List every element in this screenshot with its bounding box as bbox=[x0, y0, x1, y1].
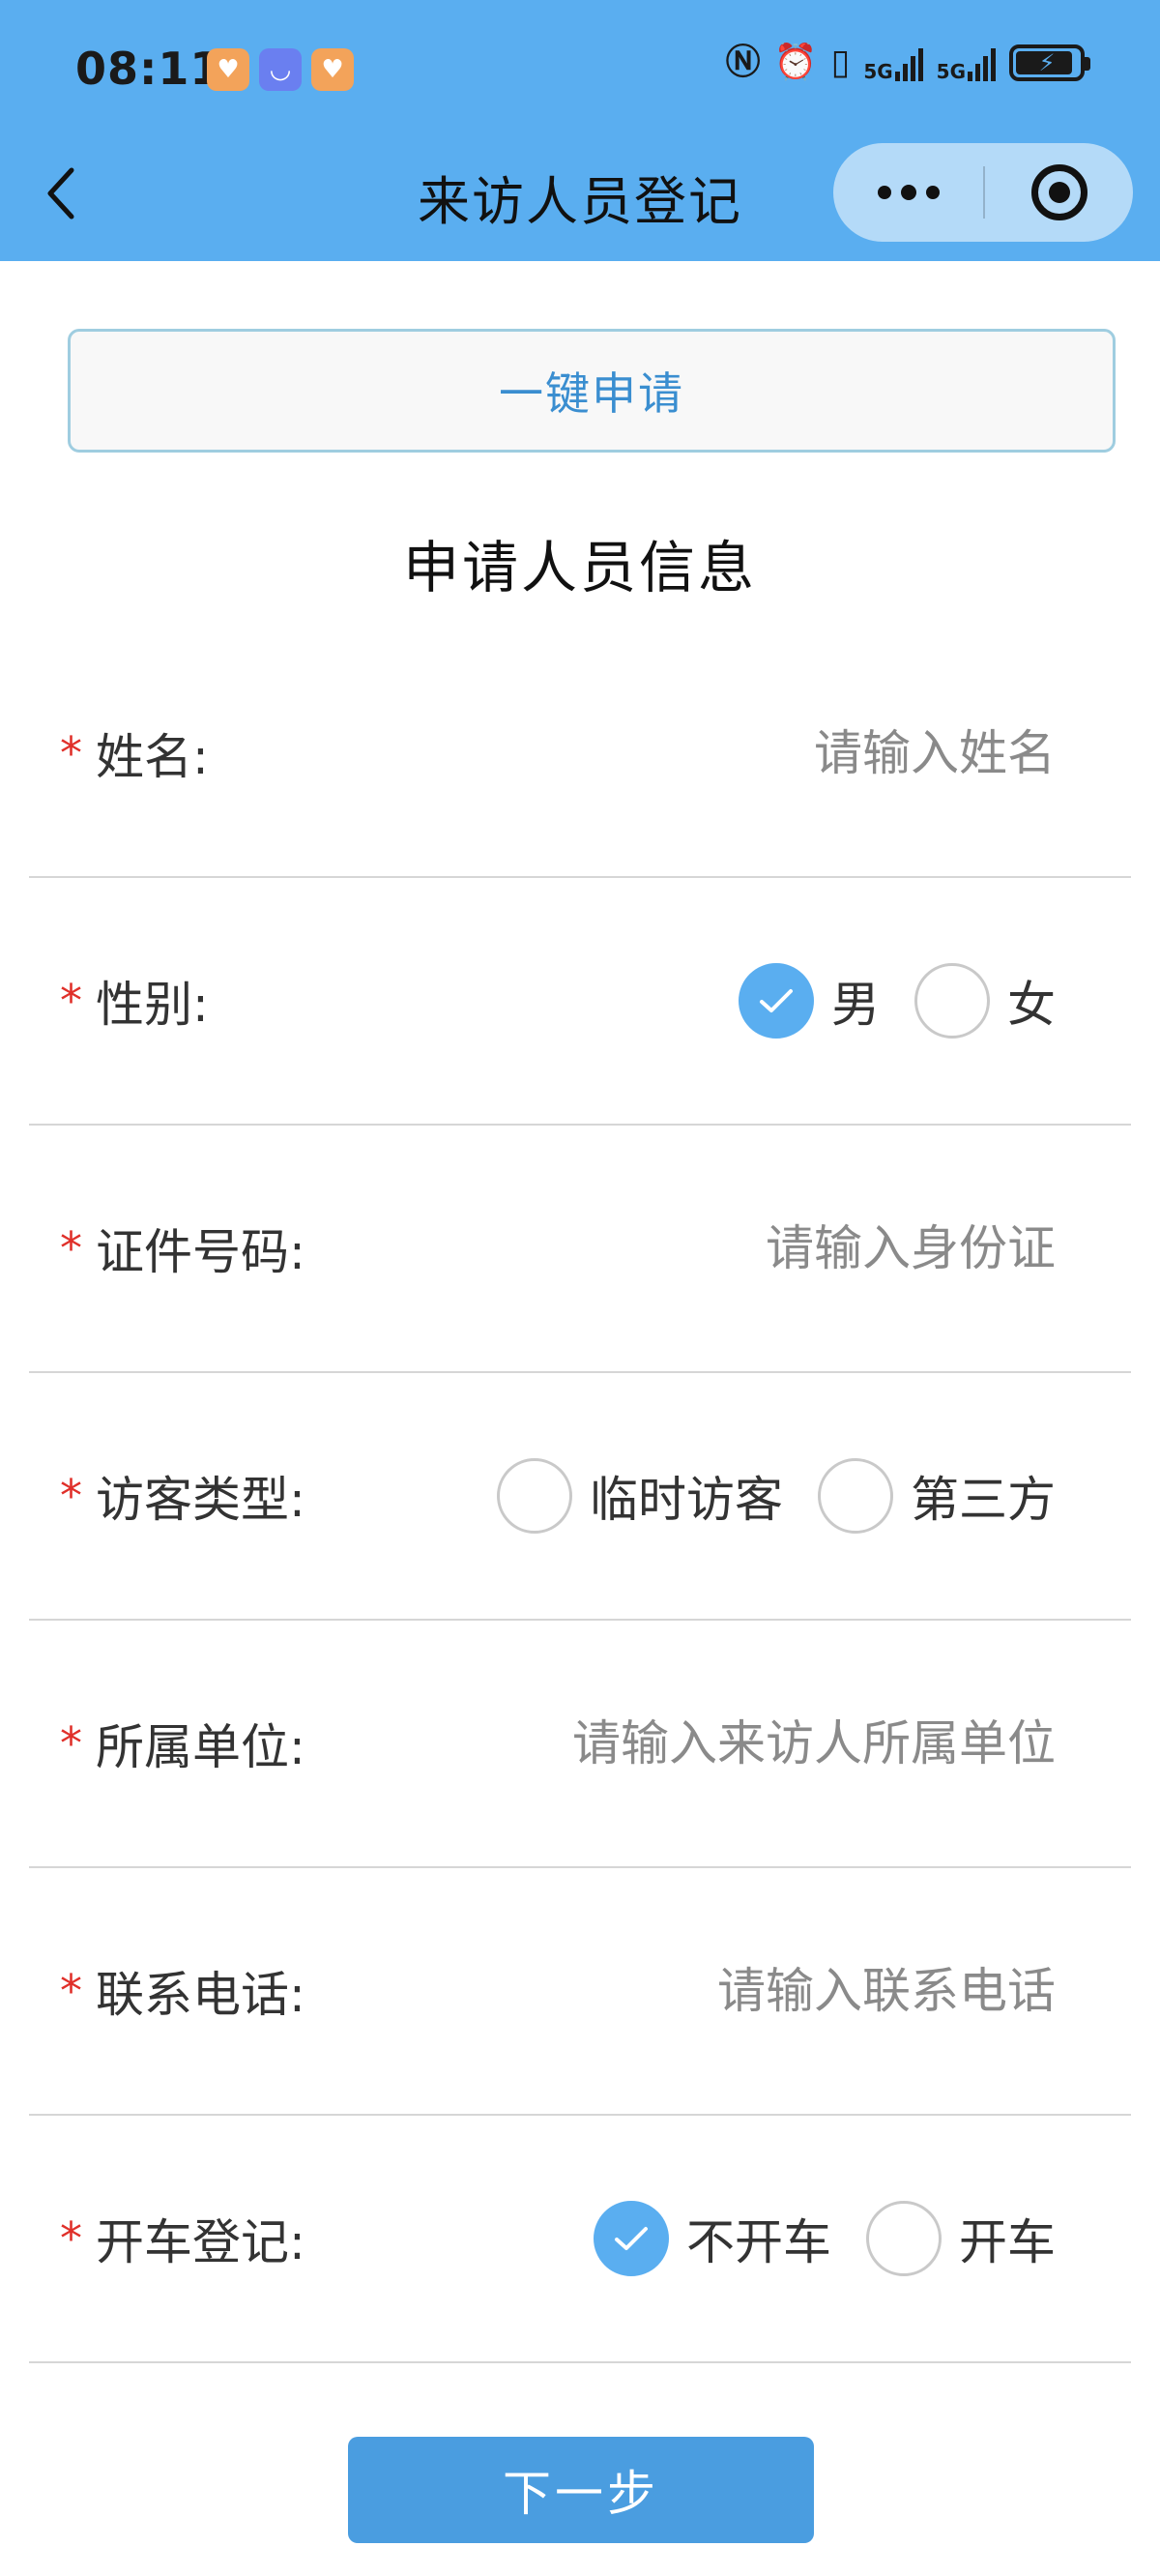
gender-option-female[interactable]: 女 bbox=[914, 963, 1056, 1039]
more-dot-icon bbox=[925, 186, 940, 199]
signal-icon: 5G bbox=[937, 44, 996, 81]
driving-option-car[interactable]: 开车 bbox=[866, 2201, 1056, 2276]
required-mark: * bbox=[60, 1717, 82, 1770]
company-label-text: 所属单位: bbox=[96, 1719, 305, 1775]
visitor-type-option-label: 临时访客 bbox=[590, 1472, 783, 1528]
gender-label-text: 性别: bbox=[96, 977, 209, 1033]
status-app-icons: ♥ ◡ ♥ bbox=[207, 48, 354, 91]
signal-icon: 5G bbox=[863, 44, 923, 83]
driving-radio-group: 不开车 开车 bbox=[594, 2116, 1056, 2361]
radio-circle-icon[interactable] bbox=[818, 1458, 893, 1534]
more-dot-icon bbox=[900, 185, 916, 200]
driving-option-label: 不开车 bbox=[686, 2214, 831, 2270]
battery-charging-icon: ⚡ bbox=[1009, 44, 1090, 81]
close-miniprogram-button[interactable] bbox=[985, 143, 1133, 242]
form-row-id-number: * 证件号码: bbox=[29, 1126, 1131, 1373]
more-button[interactable] bbox=[833, 143, 983, 242]
gender-radio-group: 男 女 bbox=[739, 878, 1056, 1124]
radio-check-icon[interactable] bbox=[594, 2201, 669, 2276]
radio-circle-icon[interactable] bbox=[914, 963, 990, 1039]
required-mark: * bbox=[60, 727, 82, 779]
driving-label: * 开车登记: bbox=[60, 2116, 305, 2361]
gender-option-label: 男 bbox=[831, 977, 880, 1033]
signal-label: 5G bbox=[936, 60, 966, 83]
gender-option-male[interactable]: 男 bbox=[739, 963, 880, 1039]
heart-app-icon: ♥ bbox=[207, 48, 249, 91]
visitor-type-option-temporary[interactable]: 临时访客 bbox=[497, 1458, 783, 1534]
required-mark: * bbox=[60, 2212, 82, 2265]
form-row-company: * 所属单位: bbox=[29, 1621, 1131, 1868]
signal-label: 5G bbox=[863, 60, 893, 83]
visitor-type-option-third-party[interactable]: 第三方 bbox=[818, 1458, 1056, 1534]
gender-label: * 性别: bbox=[60, 878, 209, 1124]
form-row-gender: * 性别: 男 女 bbox=[29, 878, 1131, 1126]
required-mark: * bbox=[60, 1222, 82, 1274]
gender-option-label: 女 bbox=[1007, 977, 1056, 1033]
name-label: * 姓名: bbox=[60, 630, 209, 876]
next-step-button[interactable]: 下一步 bbox=[348, 2437, 814, 2543]
status-icons: Ⓝ ⏰ ▯ 5G 5G ⚡ bbox=[725, 43, 1090, 83]
name-label-text: 姓名: bbox=[96, 729, 209, 785]
phone-input[interactable] bbox=[437, 1868, 1056, 2114]
required-mark: * bbox=[60, 975, 82, 1027]
form-row-visitor-type: * 访客类型: 临时访客 第三方 bbox=[29, 1373, 1131, 1621]
heart-app-icon: ♥ bbox=[311, 48, 354, 91]
visitor-type-radio-group: 临时访客 第三方 bbox=[497, 1373, 1056, 1619]
visitor-type-label-text: 访客类型: bbox=[96, 1472, 305, 1528]
radio-circle-icon[interactable] bbox=[497, 1458, 572, 1534]
status-time: 08:11 bbox=[75, 43, 222, 95]
form-row-name: * 姓名: bbox=[29, 630, 1131, 878]
id-number-label: * 证件号码: bbox=[60, 1126, 305, 1371]
driving-option-no-car[interactable]: 不开车 bbox=[594, 2201, 831, 2276]
section-title: 申请人员信息 bbox=[402, 535, 757, 600]
radio-check-icon[interactable] bbox=[739, 963, 814, 1039]
visitor-type-option-label: 第三方 bbox=[911, 1472, 1056, 1528]
id-number-input[interactable] bbox=[437, 1126, 1056, 1371]
miniprogram-capsule bbox=[833, 143, 1133, 242]
form-row-driving: * 开车登记: 不开车 开车 bbox=[29, 2116, 1131, 2363]
nfc-icon: Ⓝ bbox=[725, 43, 761, 82]
id-number-label-text: 证件号码: bbox=[96, 1224, 305, 1280]
visitor-type-label: * 访客类型: bbox=[60, 1373, 305, 1619]
target-circle-icon bbox=[1030, 164, 1088, 220]
vibrate-icon: ▯ bbox=[830, 43, 851, 82]
required-mark: * bbox=[60, 1470, 82, 1522]
required-mark: * bbox=[60, 1965, 82, 2017]
radio-circle-icon[interactable] bbox=[866, 2201, 942, 2276]
honor-store-icon: ◡ bbox=[259, 48, 302, 91]
company-label: * 所属单位: bbox=[60, 1621, 305, 1866]
one-click-apply-button[interactable]: 一键申请 bbox=[68, 329, 1116, 453]
more-dot-icon bbox=[877, 186, 891, 199]
company-input[interactable] bbox=[437, 1621, 1056, 1866]
phone-label-text: 联系电话: bbox=[96, 1967, 305, 2023]
form-row-phone: * 联系电话: bbox=[29, 1868, 1131, 2116]
phone-label: * 联系电话: bbox=[60, 1868, 305, 2114]
top-header: 08:11 ♥ ◡ ♥ Ⓝ ⏰ ▯ 5G 5G ⚡ 来访人员登记 bbox=[0, 0, 1160, 261]
alarm-icon: ⏰ bbox=[773, 43, 818, 82]
driving-label-text: 开车登记: bbox=[96, 2214, 305, 2270]
name-input[interactable] bbox=[437, 630, 1056, 876]
driving-option-label: 开车 bbox=[959, 2214, 1056, 2270]
